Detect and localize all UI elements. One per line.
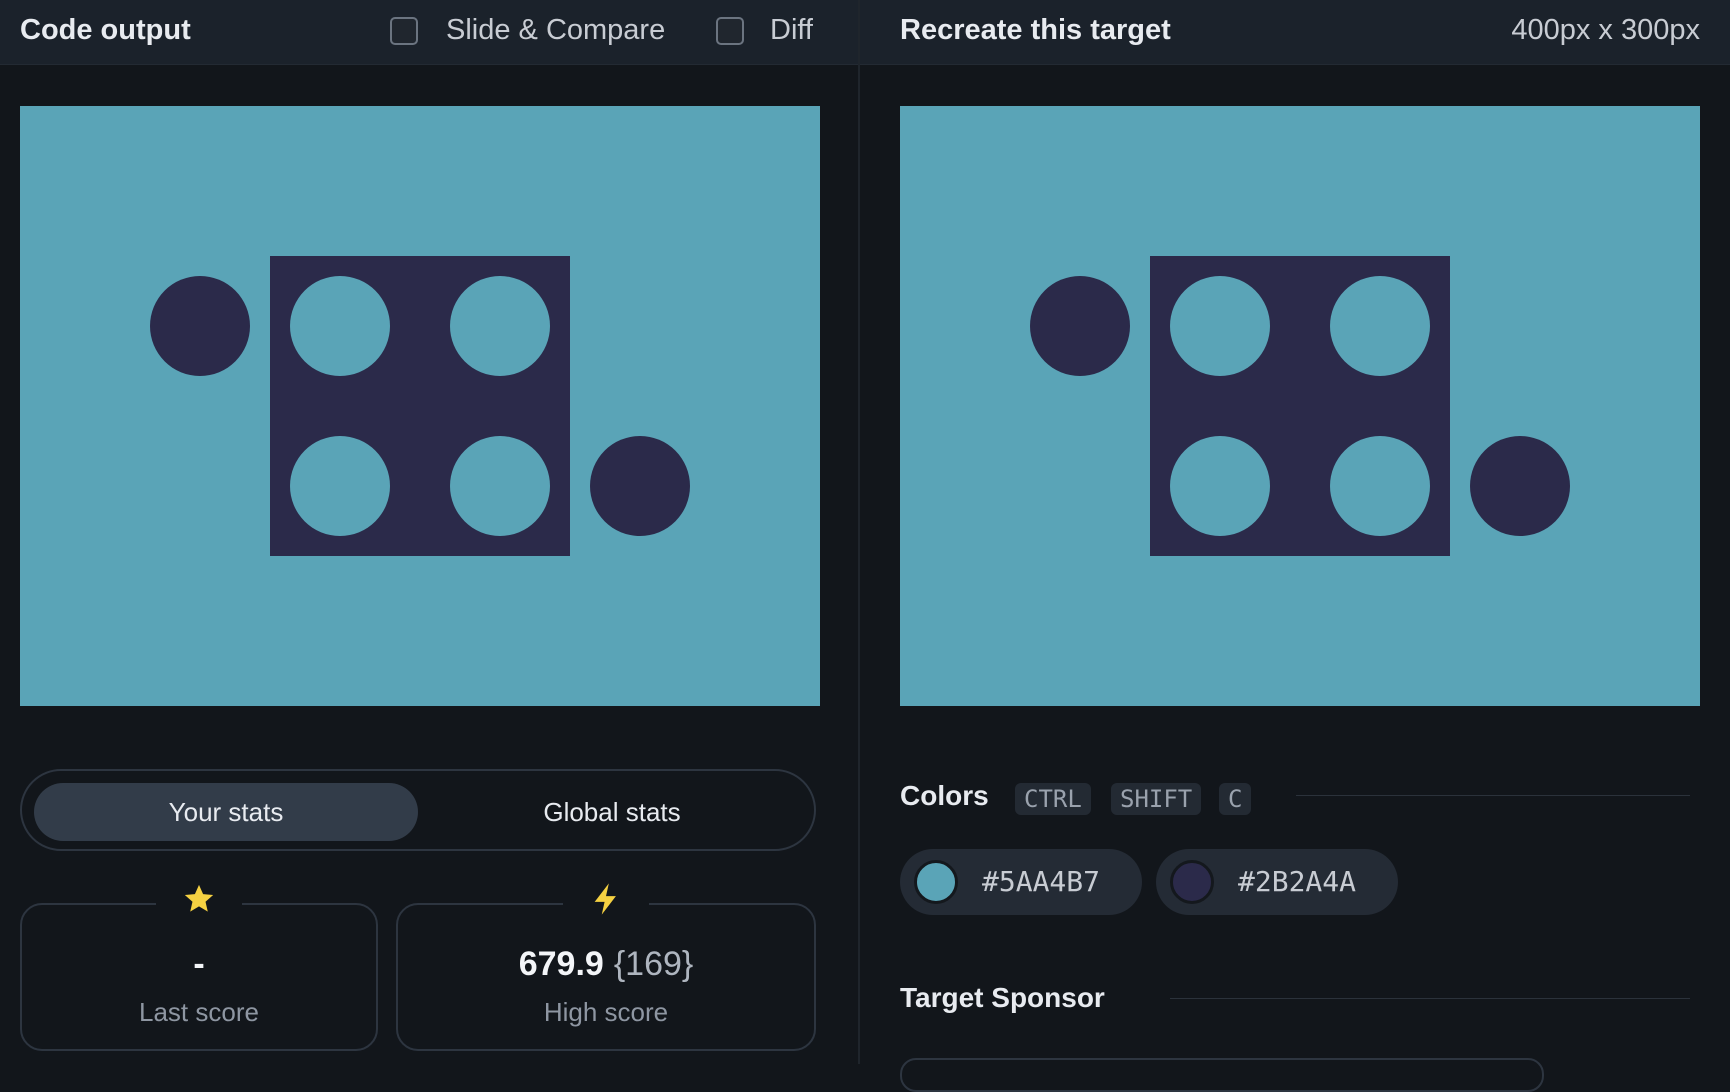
tab-global-stats[interactable]: Global stats (420, 783, 804, 841)
code-output-title: Code output (20, 14, 191, 46)
light-circle-top-left (290, 276, 390, 376)
kbd-shift: SHIFT (1111, 783, 1202, 815)
color-swatch-light[interactable]: #5AA4B7 (900, 849, 1142, 915)
slide-compare-label[interactable]: Slide & Compare (446, 14, 665, 47)
star-icon (156, 879, 242, 931)
high-score-value: 679.9 {169} (398, 945, 814, 984)
dark-circle-left (150, 276, 250, 376)
sponsor-card[interactable] (900, 1058, 1544, 1092)
code-output-panel: Code output Slide & Compare Diff Your st… (0, 0, 858, 1064)
last-score-value: - (193, 945, 205, 983)
code-output-header: Code output Slide & Compare Diff (0, 0, 858, 65)
last-score-label: Last score (139, 997, 259, 1027)
sponsor-divider (1170, 998, 1690, 999)
swatch-hex-light: #5AA4B7 (982, 865, 1101, 898)
light-circle-top-right (450, 276, 550, 376)
target-dimensions: 400px x 300px (1511, 14, 1700, 46)
slide-compare-checkbox[interactable] (390, 17, 418, 45)
stats-toggle: Your stats Global stats (20, 769, 816, 851)
target-panel: Recreate this target 400px x 300px Color… (860, 0, 1730, 1092)
target-title: Recreate this target (900, 14, 1171, 46)
last-score-card: - Last score (20, 879, 378, 1051)
tab-your-stats[interactable]: Your stats (34, 783, 418, 841)
light-circle-bottom-left (290, 436, 390, 536)
dark-circle-right (1470, 436, 1570, 536)
light-circle-bottom-left (1170, 436, 1270, 536)
high-score-count: {169} (613, 945, 694, 983)
colors-title: Colors (900, 780, 989, 811)
dark-circle-right (590, 436, 690, 536)
kbd-c: C (1219, 783, 1252, 815)
colors-divider (1296, 795, 1690, 796)
code-output-canvas[interactable] (20, 106, 820, 706)
light-circle-bottom-right (1330, 436, 1430, 536)
high-score-label: High score (543, 997, 669, 1027)
light-circle-bottom-right (450, 436, 550, 536)
lightning-icon (563, 879, 649, 931)
target-header: Recreate this target 400px x 300px (860, 0, 1730, 65)
swatch-dot-light (914, 860, 958, 904)
high-score-card: 679.9 {169} High score (396, 879, 816, 1051)
target-canvas (900, 106, 1700, 706)
kbd-ctrl: CTRL (1015, 783, 1091, 815)
high-score-number: 679.9 (518, 945, 604, 983)
light-circle-top-left (1170, 276, 1270, 376)
light-circle-top-right (1330, 276, 1430, 376)
swatch-hex-dark: #2B2A4A (1238, 865, 1357, 898)
diff-checkbox[interactable] (716, 17, 744, 45)
color-swatch-dark[interactable]: #2B2A4A (1156, 849, 1398, 915)
target-sponsor-title: Target Sponsor (900, 982, 1105, 1013)
diff-label[interactable]: Diff (770, 14, 813, 47)
dark-circle-left (1030, 276, 1130, 376)
swatch-dot-dark (1170, 860, 1214, 904)
